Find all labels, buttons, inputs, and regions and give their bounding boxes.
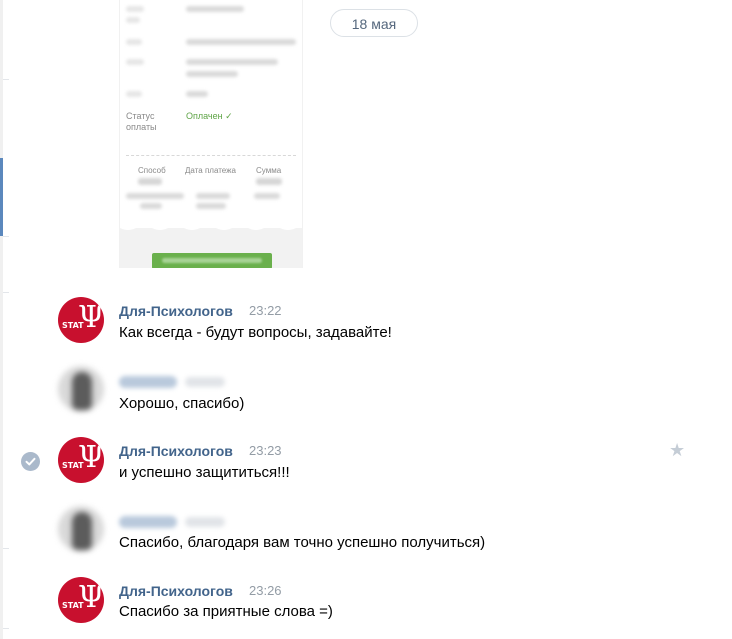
message-text: Как всегда - будут вопросы, задавайте! xyxy=(119,324,392,341)
message-time[interactable]: 23:26 xyxy=(249,582,282,600)
psi-logo-icon: Ψ xyxy=(78,440,104,475)
avatar-person-silhouette xyxy=(72,512,92,550)
psi-logo-icon: Ψ xyxy=(78,580,104,615)
receipt-dashed-divider xyxy=(126,155,296,157)
left-rail-active-indicator xyxy=(0,158,3,236)
message-author[interactable]: Для-Психологов xyxy=(119,302,233,320)
left-rail-divider xyxy=(3,292,9,293)
receipt-blurred-value xyxy=(126,193,184,199)
receipt-blurred-button-label xyxy=(162,258,262,263)
message-author[interactable]: Для-Психологов xyxy=(119,582,233,600)
receipt-status-value: Оплачен ✓ xyxy=(186,111,233,121)
receipt-image-attachment[interactable]: Статус оплаты Оплачен ✓ Способ Дата плат… xyxy=(119,0,303,268)
chat-window: Статус оплаты Оплачен ✓ Способ Дата плат… xyxy=(0,0,732,639)
left-rail xyxy=(0,0,3,639)
receipt-torn-edge xyxy=(120,222,302,230)
brand-logo-caption: STAT xyxy=(62,321,84,330)
receipt-blurred-value xyxy=(256,178,282,185)
psi-logo-icon: Ψ xyxy=(78,300,104,335)
avatar-person-silhouette xyxy=(72,372,92,410)
left-rail-divider xyxy=(3,79,9,80)
receipt-blurred-value xyxy=(140,203,162,209)
receipt-green-button xyxy=(152,253,272,268)
message-text: Спасибо за приятные слова =) xyxy=(119,603,333,620)
star-icon[interactable]: ★ xyxy=(669,441,685,459)
message-time[interactable]: 23:23 xyxy=(249,442,282,460)
avatar-dlya-psikhologov[interactable]: Ψ STAT xyxy=(58,577,104,623)
receipt-blurred-value xyxy=(254,193,280,199)
left-rail-divider xyxy=(3,236,9,237)
receipt-blurred-label xyxy=(126,59,144,65)
receipt-blurred-label xyxy=(126,39,142,45)
left-rail-divider xyxy=(3,628,9,629)
message-time-blurred xyxy=(185,517,225,527)
receipt-blurred-value xyxy=(186,59,278,65)
avatar-blurred-user[interactable] xyxy=(58,366,104,412)
message-time[interactable]: 23:22 xyxy=(249,302,282,320)
left-rail-divider xyxy=(3,548,9,549)
avatar-dlya-psikhologov[interactable]: Ψ STAT xyxy=(58,437,104,483)
date-separator[interactable]: 18 мая xyxy=(330,9,418,37)
receipt-column-header: Дата платежа xyxy=(185,166,236,175)
receipt-blurred-value xyxy=(186,39,296,45)
message-text: Хорошо, спасибо) xyxy=(119,395,245,412)
receipt-blurred-value xyxy=(186,91,208,97)
receipt-status-label: Статус оплаты xyxy=(126,111,157,132)
message-time-blurred xyxy=(185,377,225,387)
message-author-blurred[interactable] xyxy=(119,376,177,388)
receipt-blurred-label xyxy=(126,91,142,97)
receipt-blurred-value xyxy=(186,71,238,77)
receipt-blurred-label xyxy=(126,6,144,12)
receipt-blurred-value xyxy=(196,193,230,199)
message-text: и успешно защититься!!! xyxy=(119,464,290,481)
receipt-column-header: Сумма xyxy=(256,166,282,175)
receipt-blurred-value xyxy=(196,203,226,209)
avatar-dlya-psikhologov[interactable]: Ψ STAT xyxy=(58,297,104,343)
brand-logo-caption: STAT xyxy=(62,601,84,610)
receipt-blurred-value xyxy=(138,178,162,185)
message-author-blurred[interactable] xyxy=(119,516,177,528)
receipt-blurred-label xyxy=(126,17,140,23)
check-circle-icon[interactable] xyxy=(21,452,40,471)
message-text: Спасибо, благодаря вам точно успешно пол… xyxy=(119,534,486,551)
receipt-blurred-value xyxy=(186,6,244,12)
avatar-blurred-user[interactable] xyxy=(58,506,104,552)
message-author[interactable]: Для-Психологов xyxy=(119,442,233,460)
brand-logo-caption: STAT xyxy=(62,461,84,470)
receipt-column-header: Способ xyxy=(138,166,166,175)
